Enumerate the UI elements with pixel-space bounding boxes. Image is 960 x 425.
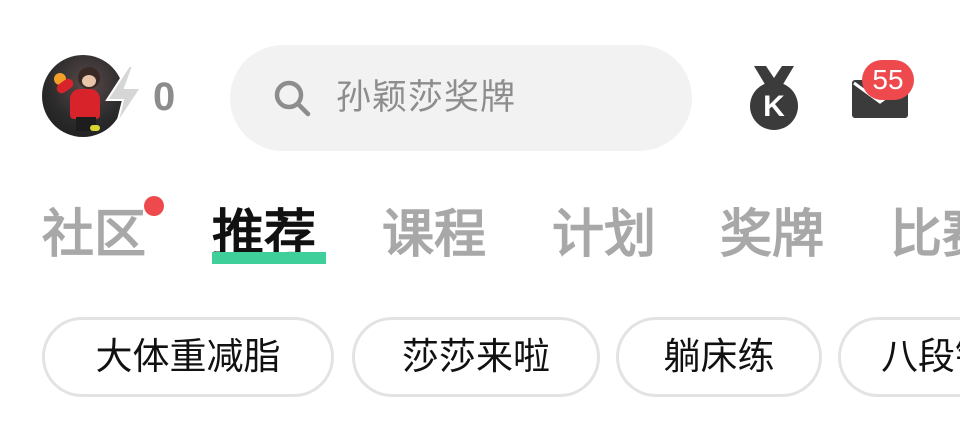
mail-badge: 55 xyxy=(862,60,914,100)
app-screen: 0 孙颖莎奖牌 K 55 社区 推荐 课程 计划 奖牌 比赛 大体重减脂 莎莎来… xyxy=(0,0,960,425)
search-bar[interactable]: 孙颖莎奖牌 xyxy=(230,45,692,151)
community-notification-dot xyxy=(144,196,164,216)
tab-courses[interactable]: 课程 xyxy=(382,200,486,270)
tab-competitions[interactable]: 比赛 xyxy=(890,200,960,270)
avatar-face-detail xyxy=(82,75,96,87)
tab-bar: 社区 推荐 课程 计划 奖牌 比赛 xyxy=(0,200,960,280)
chip-bed-workout[interactable]: 躺床练 xyxy=(616,317,822,397)
tab-plans[interactable]: 计划 xyxy=(552,200,656,270)
active-tab-indicator xyxy=(212,252,326,264)
chip-weight-loss[interactable]: 大体重减脂 xyxy=(42,317,334,397)
medal-icon[interactable]: K xyxy=(748,66,800,132)
chip-baduanjin[interactable]: 八段锦 xyxy=(838,317,960,397)
avatar-shoe-detail xyxy=(90,125,100,131)
lightning-icon[interactable] xyxy=(103,64,145,126)
search-placeholder: 孙颖莎奖牌 xyxy=(336,78,517,118)
tab-medals[interactable]: 奖牌 xyxy=(720,200,824,270)
chip-shasha[interactable]: 莎莎来啦 xyxy=(352,317,600,397)
tag-chip-row: 大体重减脂 莎莎来啦 躺床练 八段锦 xyxy=(0,317,960,403)
energy-count[interactable]: 0 xyxy=(153,74,175,120)
tab-community[interactable]: 社区 xyxy=(42,200,146,270)
medal-letter: K xyxy=(763,90,785,123)
avatar-body-detail xyxy=(70,89,100,119)
search-icon xyxy=(274,80,311,117)
